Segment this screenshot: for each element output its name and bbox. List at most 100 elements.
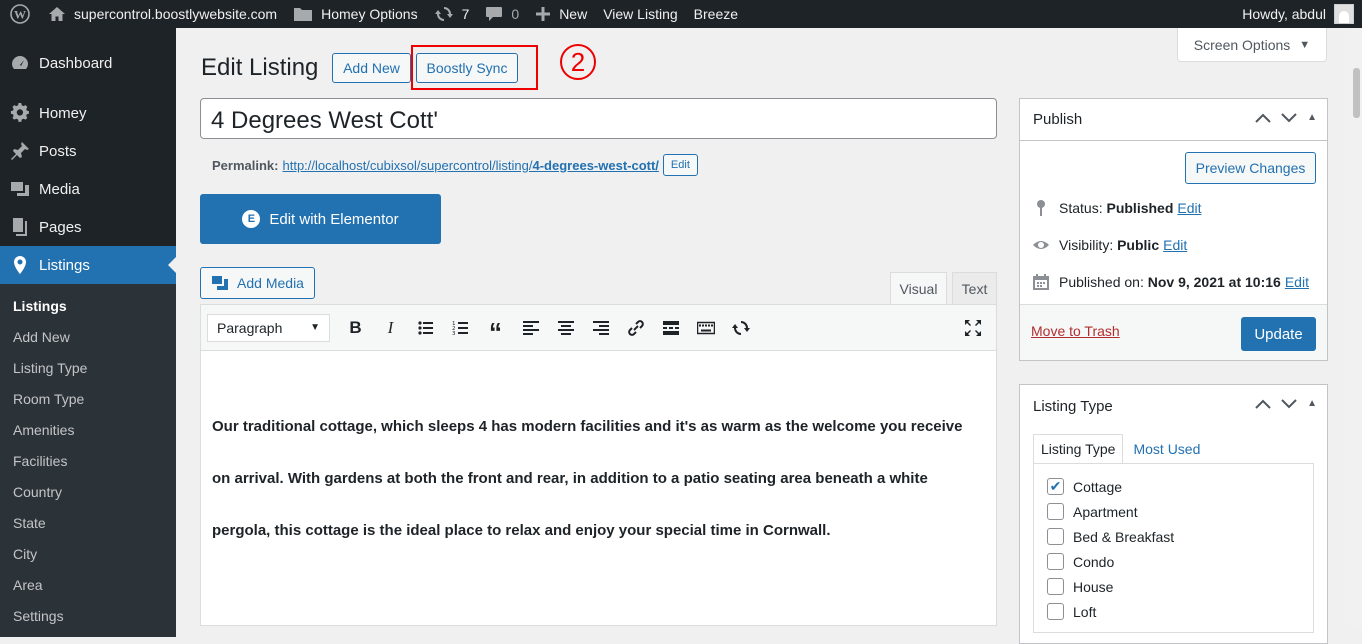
listing-type-option[interactable]: Loft [1047,599,1313,624]
edit-status-link[interactable]: Edit [1177,200,1201,216]
refresh-icon[interactable] [723,313,758,343]
visibility-value: Public [1117,236,1160,253]
published-label: Published on: [1059,273,1144,290]
calendar-icon [1033,273,1049,290]
edit-visibility-link[interactable]: Edit [1163,237,1187,253]
tab-all-listing-types[interactable]: Listing Type [1033,434,1124,464]
listing-type-box-header: Listing Type ▲ [1020,385,1327,427]
site-name-link[interactable]: supercontrol.boostlywebsite.com [40,0,285,28]
highlight-box [411,45,538,90]
listing-type-checklist: ✔ Cottage Apartment Bed & Breakfast Condo… [1033,463,1314,633]
sidebar-item-media[interactable]: Media [0,170,176,208]
update-button[interactable]: Update [1241,317,1316,351]
numbered-list-icon[interactable]: 123 [443,313,478,343]
view-listing-link[interactable]: View Listing [595,0,685,28]
edit-date-link[interactable]: Edit [1285,274,1309,290]
pin-status-icon [1037,199,1045,216]
blockquote-icon[interactable]: “ [478,313,513,347]
bullet-list-icon[interactable] [408,313,443,343]
sidebar-item-listings[interactable]: Listings [0,246,176,284]
toggle-panel-icon[interactable]: ▲ [1307,111,1317,127]
homey-options-label: Homey Options [321,6,418,22]
content-line: on arrival. With gardens at both the fro… [212,470,928,487]
checkbox[interactable] [1047,578,1064,595]
submenu-area[interactable]: Area [0,569,176,600]
sidebar-item-pages[interactable]: Pages [0,208,176,246]
align-center-icon[interactable] [548,313,583,343]
preview-changes-button[interactable]: Preview Changes [1185,152,1316,184]
submenu-country[interactable]: Country [0,476,176,507]
sidebar-item-homey[interactable]: Homey [0,94,176,132]
format-select[interactable]: Paragraph ▼ [207,313,330,342]
submenu-amenities[interactable]: Amenities [0,414,176,445]
listing-type-option[interactable]: Apartment [1047,499,1313,524]
link-icon[interactable] [618,313,653,343]
scrollbar-thumb[interactable] [1353,68,1360,118]
toggle-panel-icon[interactable]: ▲ [1307,397,1317,413]
sidebar-item-label: Media [39,180,80,198]
fullscreen-icon[interactable] [955,313,990,343]
chevron-down-icon[interactable] [1281,111,1297,127]
submenu-city[interactable]: City [0,538,176,569]
chevron-up-icon[interactable] [1255,111,1271,127]
checkbox-checked[interactable]: ✔ [1047,478,1064,495]
submenu-state[interactable]: State [0,507,176,538]
media-icon [11,182,29,196]
screen-options-button[interactable]: Screen Options ▼ [1177,28,1327,62]
submenu-listing-type[interactable]: Listing Type [0,352,176,383]
tab-most-used[interactable]: Most Used [1123,434,1207,464]
edit-with-elementor-button[interactable]: E Edit with Elementor [200,194,441,244]
wordpress-logo-icon[interactable]: W [0,0,40,28]
editor-content[interactable]: Our traditional cottage, which sleeps 4 … [201,351,996,557]
updates-icon [434,7,453,21]
submenu-listings[interactable]: Listings [0,290,176,321]
option-label: House [1073,578,1114,595]
checkbox[interactable] [1047,528,1064,545]
align-right-icon[interactable] [583,313,618,343]
permalink-link[interactable]: http://localhost/cubixsol/supercontrol/l… [282,158,658,173]
new-content-link[interactable]: New [527,0,595,28]
submenu-room-type[interactable]: Room Type [0,383,176,414]
checkbox[interactable] [1047,553,1064,570]
submenu-facilities[interactable]: Facilities [0,445,176,476]
edit-slug-button[interactable]: Edit [662,154,698,176]
tab-text[interactable]: Text [952,272,997,305]
dashboard-icon [12,56,28,69]
italic-icon[interactable]: I [373,313,408,343]
checkbox[interactable] [1047,603,1064,620]
chevron-down-icon[interactable] [1281,397,1297,413]
submenu-add-new[interactable]: Add New [0,321,176,352]
comments-link[interactable]: 0 [477,0,527,28]
move-to-trash-link[interactable]: Move to Trash [1031,323,1120,339]
breeze-link[interactable]: Breeze [686,0,746,28]
svg-text:3: 3 [452,331,456,337]
my-account-link[interactable]: Howdy, abdul [1234,0,1358,28]
permalink-label: Permalink: [212,157,279,173]
bold-icon[interactable]: B [338,313,373,343]
sidebar-item-dashboard[interactable]: Dashboard [0,44,176,82]
listing-type-option[interactable]: Bed & Breakfast [1047,524,1313,549]
listing-type-option[interactable]: Condo [1047,549,1313,574]
tab-visual[interactable]: Visual [890,272,947,305]
add-media-button[interactable]: Add Media [200,267,315,299]
toolbar-toggle-icon[interactable] [688,313,723,343]
admin-sidebar: Dashboard Homey Posts Media Pages Listin… [0,28,176,637]
content-editor[interactable]: Paragraph ▼ B I 123 “ Our traditional co… [200,304,997,626]
chevron-up-icon[interactable] [1255,397,1271,413]
updates-link[interactable]: 7 [426,0,478,28]
submenu-settings[interactable]: Settings [0,600,176,631]
sidebar-item-posts[interactable]: Posts [0,132,176,170]
add-new-button[interactable]: Add New [332,53,411,83]
new-label: New [559,6,588,22]
homey-options-link[interactable]: Homey Options [285,0,425,28]
checkbox[interactable] [1047,503,1064,520]
option-label: Apartment [1073,503,1138,520]
listing-type-option[interactable]: House [1047,574,1313,599]
read-more-icon[interactable] [653,313,688,343]
pages-icon [13,218,27,236]
page-scrollbar[interactable] [1351,28,1362,626]
page-title: Edit Listing [201,54,319,81]
listing-type-option[interactable]: ✔ Cottage [1047,474,1313,499]
align-left-icon[interactable] [513,313,548,343]
post-title-input[interactable]: 4 Degrees West Cott' [200,98,997,139]
